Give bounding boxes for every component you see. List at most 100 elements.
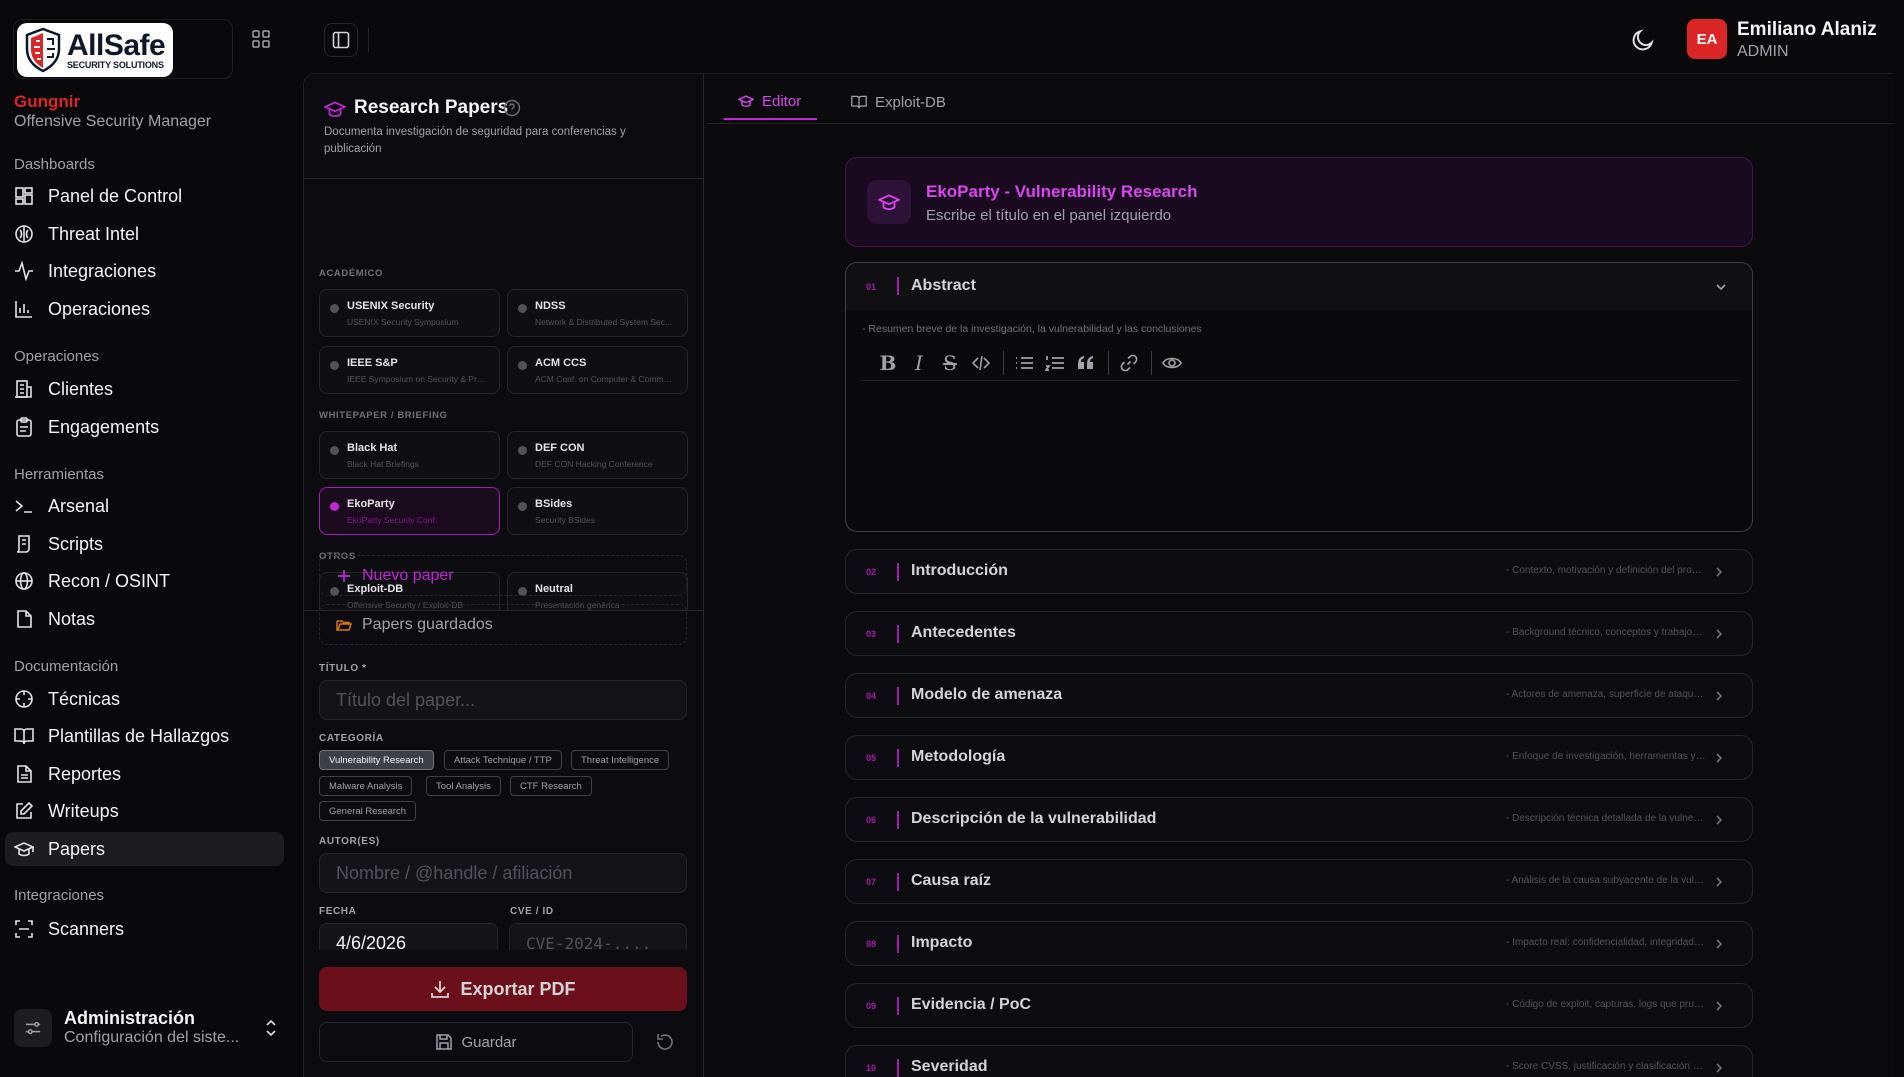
reset-icon[interactable] bbox=[654, 1031, 676, 1053]
category-chip-vulnerability-research[interactable]: Vulnerability Research bbox=[319, 750, 434, 770]
template-list[interactable]: ACADÉMICO USENIX Security USENIX Securit… bbox=[304, 185, 704, 610]
template-usenix[interactable]: USENIX Security USENIX Security Symposiu… bbox=[319, 289, 500, 337]
nav-item-tecnicas[interactable]: Técnicas bbox=[5, 682, 284, 716]
nav-item-label: Integraciones bbox=[48, 260, 157, 281]
title-input[interactable]: Título del paper... bbox=[319, 680, 687, 720]
section-impacto[interactable]: 08 Impacto - Impacto real: confidenciali… bbox=[845, 921, 1753, 966]
template-acm-ccs[interactable]: ACM CCS ACM Conf. on Computer & Commu... bbox=[507, 346, 688, 394]
shield-logo-icon bbox=[25, 27, 61, 73]
nav-item-engagements[interactable]: Engagements bbox=[5, 410, 284, 444]
template-dot bbox=[330, 361, 339, 370]
template-black-hat[interactable]: Black Hat Black Hat Briefings bbox=[319, 431, 500, 479]
nav-item-label: Plantillas de Hallazgos bbox=[48, 725, 230, 746]
tab-exploit-db[interactable]: Exploit-DB bbox=[851, 84, 946, 120]
nav-item-writeups[interactable]: Writeups bbox=[5, 794, 284, 828]
saved-papers-button[interactable]: Papers guardados bbox=[319, 604, 687, 645]
moon-icon[interactable] bbox=[1630, 27, 1656, 53]
nav-item-operaciones[interactable]: Operaciones bbox=[5, 292, 284, 326]
italic-icon[interactable]: I bbox=[907, 351, 931, 375]
section-number: 02 bbox=[866, 567, 877, 577]
section-title: Introducción bbox=[911, 562, 1008, 579]
nav-item-clientes[interactable]: Clientes bbox=[5, 372, 284, 406]
category-chip-attack-technique[interactable]: Attack Technique / TTP bbox=[444, 750, 562, 770]
save-button[interactable]: Guardar bbox=[319, 1022, 633, 1062]
template-name: DEF CON bbox=[535, 442, 585, 454]
tab-editor[interactable]: Editor bbox=[724, 84, 818, 120]
template-dot bbox=[330, 446, 339, 455]
category-chip-tool-analysis[interactable]: Tool Analysis bbox=[426, 776, 501, 796]
category-chip-threat-intelligence[interactable]: Threat Intelligence bbox=[571, 750, 670, 770]
nav-item-scripts[interactable]: Scripts bbox=[5, 527, 284, 561]
code-icon[interactable] bbox=[969, 351, 993, 375]
nav-item-panel-de-control[interactable]: Panel de Control bbox=[5, 179, 284, 213]
nav-item-papers[interactable]: Papers bbox=[5, 832, 284, 866]
chevron-up-down-icon bbox=[266, 1019, 276, 1037]
section-evidencia-poc[interactable]: 09 Evidencia / PoC - Código de exploit, … bbox=[845, 983, 1753, 1028]
export-pdf-button[interactable]: Exportar PDF bbox=[319, 967, 687, 1011]
preview-eye-icon[interactable] bbox=[1160, 351, 1184, 375]
admin-subtitle: Configuración del siste... bbox=[64, 1029, 240, 1047]
section-modelo-de-amenaza[interactable]: 04 Modelo de amenaza - Actores de amenaz… bbox=[845, 673, 1753, 718]
section-title: Abstract bbox=[911, 277, 976, 294]
strikethrough-icon[interactable]: S bbox=[938, 351, 962, 375]
nav-item-notas[interactable]: Notas bbox=[5, 602, 284, 636]
section-accent-bar bbox=[897, 873, 899, 891]
quote-icon[interactable] bbox=[1074, 351, 1098, 375]
authors-input[interactable]: Nombre / @handle / afiliación bbox=[319, 853, 687, 893]
cve-input[interactable]: CVE-2024-.... bbox=[509, 923, 687, 950]
section-accent-bar bbox=[897, 563, 899, 581]
link-icon[interactable] bbox=[1117, 351, 1141, 375]
allsafe-logo: AllSafe SECURITY SOLUTIONS bbox=[17, 23, 173, 77]
sidebar: AllSafe SECURITY SOLUTIONS Gungnir Offen… bbox=[0, 0, 303, 1077]
section-title: Antecedentes bbox=[911, 624, 1016, 641]
section-antecedentes[interactable]: 03 Antecedentes - Background técnico, co… bbox=[845, 611, 1753, 656]
nav-section-label: Dashboards bbox=[14, 156, 95, 173]
date-input[interactable]: 4/6/2026 bbox=[319, 923, 498, 950]
section-metodologia[interactable]: 05 Metodología - Enfoque de investigació… bbox=[845, 735, 1753, 780]
apps-grid-icon[interactable] bbox=[251, 29, 271, 49]
numbered-list-icon[interactable] bbox=[1043, 351, 1067, 375]
logo-container[interactable]: AllSafe SECURITY SOLUTIONS bbox=[13, 19, 233, 79]
section-header[interactable]: 01 Abstract bbox=[846, 263, 1752, 310]
nav-item-label: Operaciones bbox=[48, 298, 151, 319]
section-title: Impacto bbox=[911, 934, 973, 951]
new-paper-button[interactable]: Nuevo paper bbox=[319, 555, 687, 596]
nav-item-label: Técnicas bbox=[48, 688, 121, 709]
section-causa-raiz[interactable]: 07 Causa raíz - Análisis de la causa sub… bbox=[845, 859, 1753, 904]
bold-icon[interactable]: B bbox=[876, 351, 900, 375]
panel-description: Documenta investigación de seguridad par… bbox=[324, 126, 626, 155]
admin-switcher[interactable]: Administración Configuración del siste..… bbox=[14, 1003, 286, 1053]
nav-item-integraciones[interactable]: Integraciones bbox=[5, 254, 284, 288]
template-name: BSides bbox=[535, 498, 573, 510]
template-ndss[interactable]: NDSS Network & Distributed System Sec... bbox=[507, 289, 688, 337]
section-descripcion-vulnerabilidad[interactable]: 06 Descripción de la vulnerabilidad - De… bbox=[845, 797, 1753, 842]
avatar[interactable]: EA bbox=[1687, 19, 1727, 59]
section-severidad[interactable]: 10 Severidad - Score CVSS, justificación… bbox=[845, 1045, 1753, 1077]
template-def-con[interactable]: DEF CON DEF CON Hacking Conference bbox=[507, 431, 688, 479]
nav-item-threat-intel[interactable]: Threat Intel bbox=[5, 217, 284, 251]
template-ekoparty[interactable]: EkoParty EkoParty Security Conf. bbox=[319, 487, 500, 535]
category-chip-malware-analysis[interactable]: Malware Analysis bbox=[319, 776, 413, 796]
nav-item-scanners[interactable]: Scanners bbox=[5, 912, 284, 946]
section-introduccion[interactable]: 02 Introducción - Contexto, motivación y… bbox=[845, 549, 1753, 594]
template-dot bbox=[330, 304, 339, 313]
help-icon[interactable] bbox=[503, 99, 521, 117]
template-bsides[interactable]: BSides Security BSides bbox=[507, 487, 688, 535]
section-title: Descripción de la vulnerabilidad bbox=[911, 810, 1157, 827]
sidebar-toggle-button[interactable] bbox=[324, 23, 358, 57]
abstract-textarea[interactable] bbox=[862, 385, 1738, 515]
category-chip-general-research[interactable]: General Research bbox=[319, 801, 417, 821]
nav-item-arsenal[interactable]: Arsenal bbox=[5, 489, 284, 523]
note-icon bbox=[17, 610, 32, 628]
bullet-list-icon[interactable] bbox=[1012, 351, 1036, 375]
nav-item-recon-osint[interactable]: Recon / OSINT bbox=[5, 564, 284, 598]
nav-item-label: Threat Intel bbox=[48, 223, 140, 244]
banner-subtitle: Escribe el título en el panel izquierdo bbox=[926, 207, 1172, 224]
nav-item-plantillas-de-hallazgos[interactable]: Plantillas de Hallazgos bbox=[5, 719, 284, 753]
template-ieee[interactable]: IEEE S&P IEEE Symposium on Security & Pr… bbox=[319, 346, 500, 394]
terminal-icon bbox=[15, 500, 32, 513]
category-chip-ctf-research[interactable]: CTF Research bbox=[510, 776, 592, 796]
section-number: 03 bbox=[866, 629, 877, 639]
nav-item-reportes[interactable]: Reportes bbox=[5, 757, 284, 791]
category-label: CATEGORÍA bbox=[319, 733, 384, 744]
